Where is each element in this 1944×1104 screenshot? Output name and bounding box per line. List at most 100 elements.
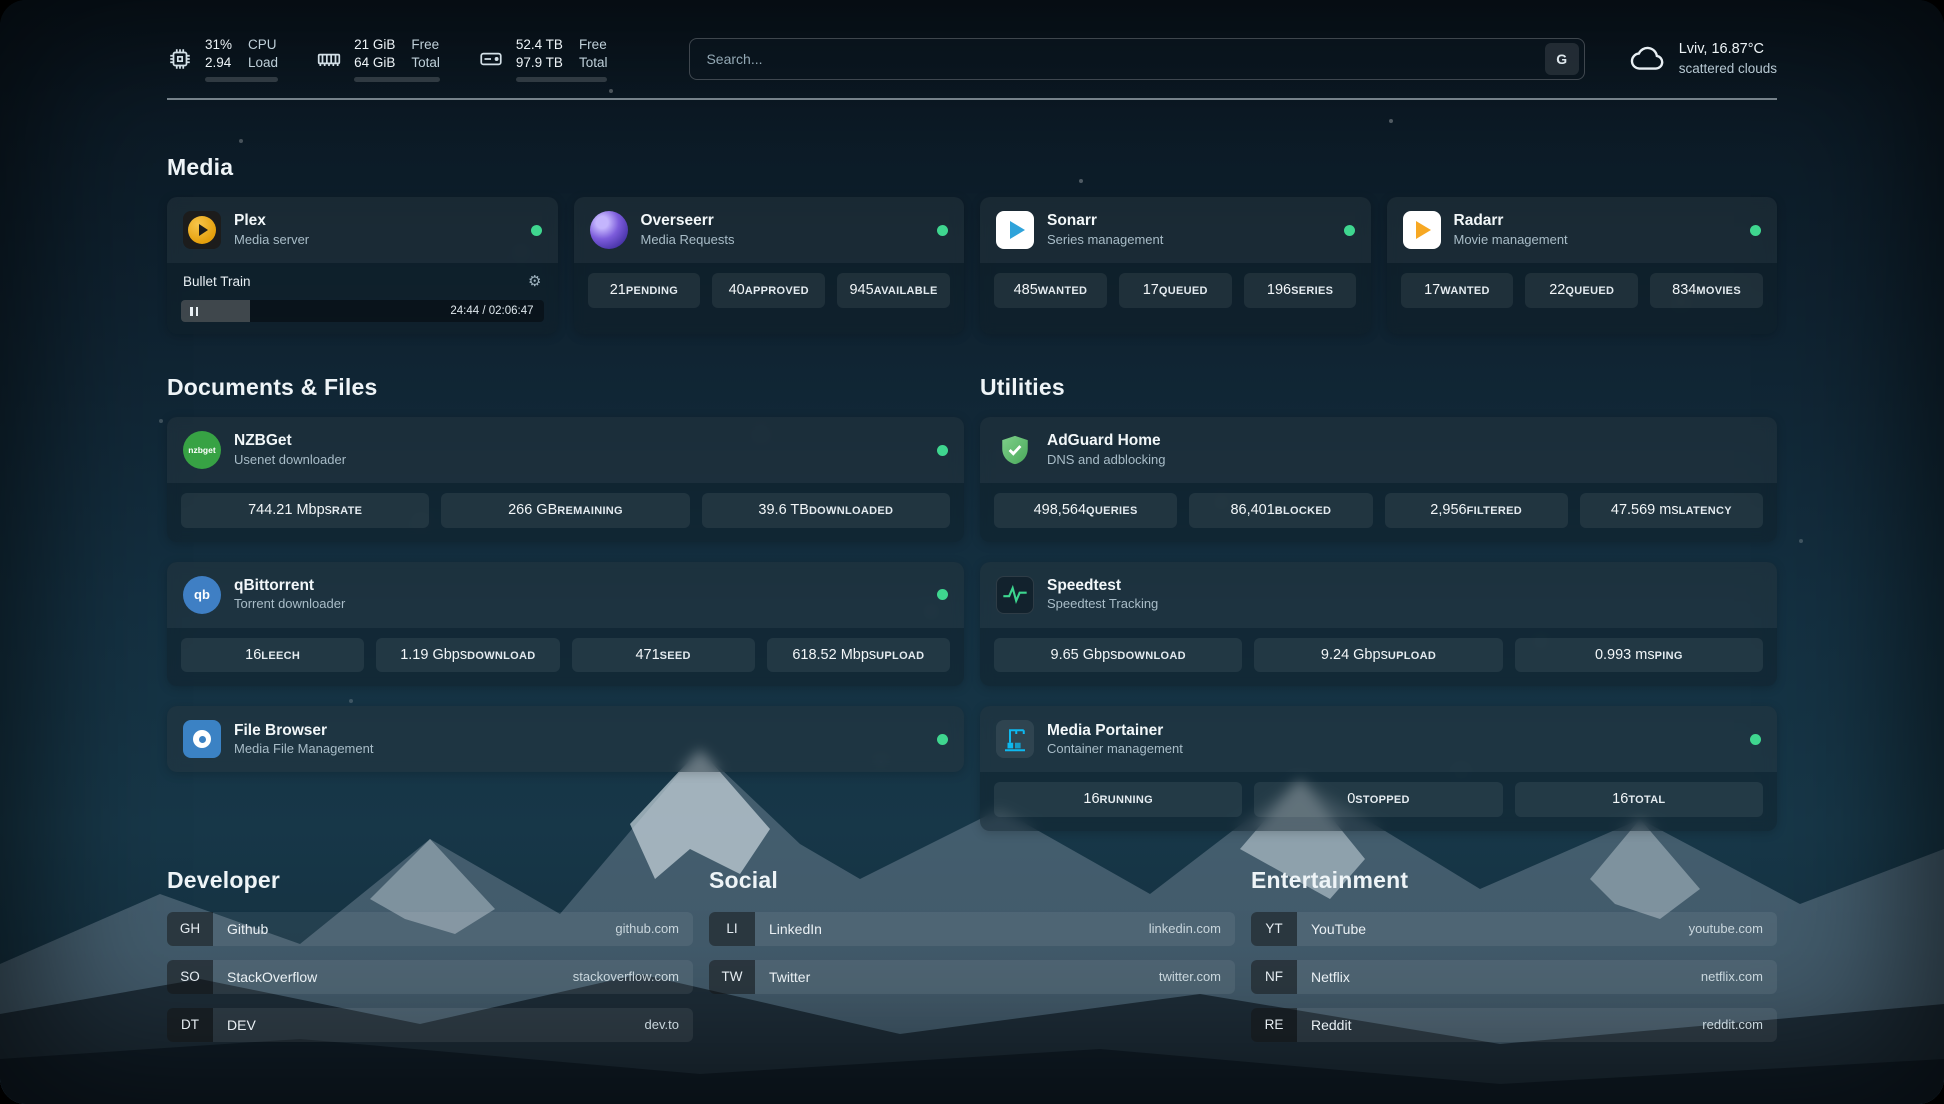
stat-queries: 498,564QUERIES xyxy=(994,493,1177,528)
cpu-load-label: Load xyxy=(248,54,278,72)
bookmark-youtube[interactable]: YT YouTube youtube.com xyxy=(1251,912,1777,946)
social-bookmarks: Social LI LinkedIn linkedin.com TW Twitt… xyxy=(709,867,1235,1056)
bookmark-github[interactable]: GH Github github.com xyxy=(167,912,693,946)
nzbget-name: NZBGet xyxy=(234,431,346,451)
speedtest-waveform-icon xyxy=(996,576,1034,614)
stat-download: 1.19 GbpsDOWNLOAD xyxy=(376,638,559,673)
plex-icon xyxy=(183,211,221,249)
card-portainer: Media Portainer Container management 16R… xyxy=(980,706,1777,831)
stat-approved: 40APPROVED xyxy=(712,273,825,308)
sonarr-subtitle: Series management xyxy=(1047,232,1163,249)
bookmark-url: reddit.com xyxy=(1702,1017,1763,1032)
bookmark-url: netflix.com xyxy=(1701,969,1763,984)
sonarr-icon xyxy=(996,211,1034,249)
stat-pending: 21PENDING xyxy=(588,273,701,308)
card-overseerr: Overseerr Media Requests 21PENDING 40APP… xyxy=(574,197,965,334)
gear-icon[interactable]: ⚙ xyxy=(528,272,541,290)
disk-total-value: 97.9 TB xyxy=(516,54,563,72)
stat-queued: 17QUEUED xyxy=(1119,273,1232,308)
bookmark-abbr: TW xyxy=(709,960,755,994)
memory-free-label: Free xyxy=(411,36,440,54)
pause-icon[interactable] xyxy=(181,300,207,322)
radarr-icon xyxy=(1403,211,1441,249)
overseerr-subtitle: Media Requests xyxy=(641,232,735,249)
utilities-column: Utilities xyxy=(980,374,1777,831)
speedtest-header-link[interactable]: Speedtest Speedtest Tracking xyxy=(980,562,1777,628)
stat-ping: 0.993 msPING xyxy=(1515,638,1763,673)
card-qbittorrent: qb qBittorrent Torrent downloader 16LEEC… xyxy=(167,562,964,687)
disk-free-value: 52.4 TB xyxy=(516,36,563,54)
bookmark-abbr: DT xyxy=(167,1008,213,1042)
bookmark-url: linkedin.com xyxy=(1149,921,1221,936)
portainer-name: Media Portainer xyxy=(1047,721,1183,741)
stat-wanted: 17WANTED xyxy=(1401,273,1514,308)
stat-upload: 9.24 GbpsUPLOAD xyxy=(1254,638,1502,673)
bookmark-abbr: LI xyxy=(709,912,755,946)
cpu-widget: 31%2.94 CPULoad xyxy=(167,36,278,82)
plex-status-dot xyxy=(531,225,542,236)
section-title-documents: Documents & Files xyxy=(167,374,964,401)
filebrowser-status-dot xyxy=(937,734,948,745)
developer-bookmarks: Developer GH Github github.com SO StackO… xyxy=(167,867,693,1056)
overseerr-header-link[interactable]: Overseerr Media Requests xyxy=(574,197,965,263)
filebrowser-icon xyxy=(183,720,221,758)
sonarr-header-link[interactable]: Sonarr Series management xyxy=(980,197,1371,263)
radarr-name: Radarr xyxy=(1454,211,1568,231)
section-title-entertainment: Entertainment xyxy=(1251,867,1777,894)
portainer-header-link[interactable]: Media Portainer Container management xyxy=(980,706,1777,772)
qbittorrent-icon: qb xyxy=(183,576,221,614)
weather-location-temp: Lviv, 16.87°C xyxy=(1679,40,1777,60)
qbittorrent-name: qBittorrent xyxy=(234,576,345,596)
plex-time: 24:44 / 02:06:47 xyxy=(450,305,543,317)
radarr-header-link[interactable]: Radarr Movie management xyxy=(1387,197,1778,263)
bookmark-dev[interactable]: DT DEV dev.to xyxy=(167,1008,693,1042)
media-cards: Plex Media server Bullet Train ⚙ 24:44 /… xyxy=(167,197,1777,334)
plex-now-playing: Bullet Train xyxy=(183,274,251,289)
bookmark-name: Twitter xyxy=(769,969,810,985)
bookmark-url: youtube.com xyxy=(1689,921,1763,936)
adguard-header-link[interactable]: AdGuard Home DNS and adblocking xyxy=(980,417,1777,483)
disk-progress-bar xyxy=(516,77,608,82)
card-radarr: Radarr Movie management 17WANTED 22QUEUE… xyxy=(1387,197,1778,334)
overseerr-name: Overseerr xyxy=(641,211,735,231)
speedtest-subtitle: Speedtest Tracking xyxy=(1047,596,1158,613)
portainer-crane-icon xyxy=(996,720,1034,758)
adguard-subtitle: DNS and adblocking xyxy=(1047,452,1166,469)
overseerr-status-dot xyxy=(937,225,948,236)
plex-progress-bar[interactable]: 24:44 / 02:06:47 xyxy=(181,300,544,322)
bookmark-name: DEV xyxy=(227,1017,256,1033)
bookmark-name: YouTube xyxy=(1311,921,1366,937)
stat-download: 9.65 GbpsDOWNLOAD xyxy=(994,638,1242,673)
adguard-name: AdGuard Home xyxy=(1047,431,1166,451)
stars-decoration xyxy=(0,0,2,2)
search-input[interactable] xyxy=(706,51,1544,67)
cpu-load-value: 2.94 xyxy=(205,54,232,72)
stat-queued: 22QUEUED xyxy=(1525,273,1638,308)
bookmark-stackoverflow[interactable]: SO StackOverflow stackoverflow.com xyxy=(167,960,693,994)
bookmark-netflix[interactable]: NF Netflix netflix.com xyxy=(1251,960,1777,994)
nzbget-header-link[interactable]: nzbget NZBGet Usenet downloader xyxy=(167,417,964,483)
filebrowser-header-link[interactable]: File Browser Media File Management xyxy=(167,706,964,772)
bookmark-abbr: GH xyxy=(167,912,213,946)
portainer-status-dot xyxy=(1750,734,1761,745)
portainer-subtitle: Container management xyxy=(1047,741,1183,758)
cpu-icon xyxy=(167,46,193,72)
bookmark-abbr: YT xyxy=(1251,912,1297,946)
section-title-media: Media xyxy=(167,154,1777,181)
radarr-subtitle: Movie management xyxy=(1454,232,1568,249)
search-engine-button[interactable]: G xyxy=(1545,43,1579,75)
plex-header-link[interactable]: Plex Media server xyxy=(167,197,558,263)
bookmark-linkedin[interactable]: LI LinkedIn linkedin.com xyxy=(709,912,1235,946)
qbittorrent-header-link[interactable]: qb qBittorrent Torrent downloader xyxy=(167,562,964,628)
stat-upload: 618.52 MbpsUPLOAD xyxy=(767,638,950,673)
bookmark-twitter[interactable]: TW Twitter twitter.com xyxy=(709,960,1235,994)
card-plex: Plex Media server Bullet Train ⚙ 24:44 /… xyxy=(167,197,558,334)
stat-remaining: 266 GBREMAINING xyxy=(441,493,689,528)
memory-widget: 21 GiB64 GiB FreeTotal xyxy=(316,36,440,82)
stat-latency: 47.569 msLATENCY xyxy=(1580,493,1763,528)
bookmark-reddit[interactable]: RE Reddit reddit.com xyxy=(1251,1008,1777,1042)
documents-column: Documents & Files nzbget NZBGet Usenet d… xyxy=(167,374,964,831)
stat-available: 945AVAILABLE xyxy=(837,273,950,308)
top-bar: 31%2.94 CPULoad 21 GiB64 GiB FreeTotal xyxy=(167,34,1777,84)
stat-filtered: 2,956FILTERED xyxy=(1385,493,1568,528)
